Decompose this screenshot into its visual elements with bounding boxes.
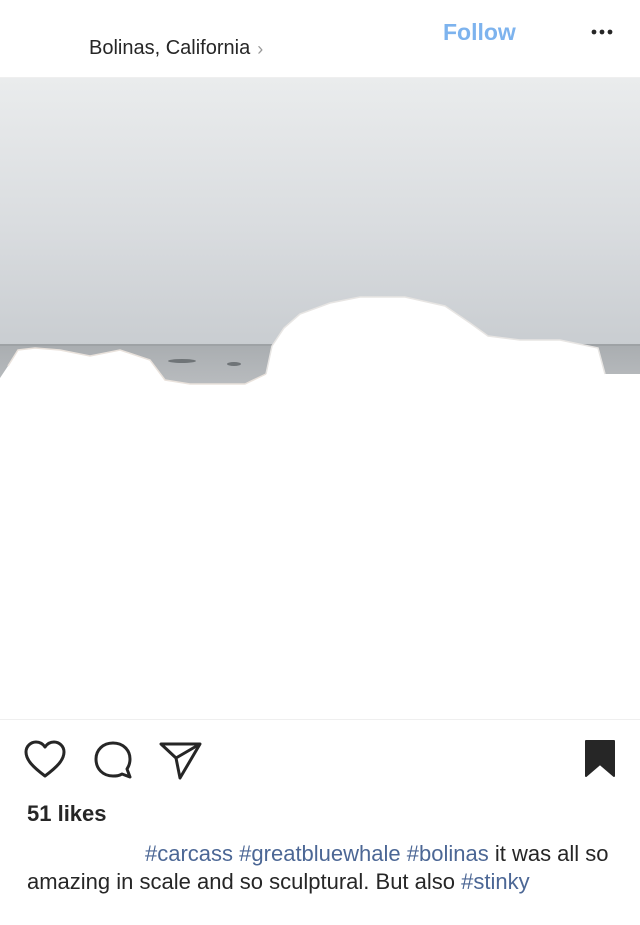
send-icon[interactable] [158,738,202,782]
hashtag-link[interactable]: #stinky [461,869,529,894]
post-header: Bolinas, California › Follow [0,0,640,76]
chevron-right-icon: › [257,38,264,59]
action-bar [0,738,640,786]
likes-count[interactable]: 51 likes [27,801,107,827]
comment-icon[interactable] [92,738,136,782]
location-link[interactable]: Bolinas, California › [89,37,263,60]
hashtag-link[interactable]: #bolinas [407,841,489,866]
post-photo[interactable] [0,77,640,720]
heart-icon[interactable] [23,738,67,782]
hashtag-link[interactable]: #greatbluewhale [239,841,400,866]
post-caption: #carcass #greatbluewhale #bolinas it was… [27,840,617,896]
follow-button[interactable]: Follow [443,19,516,46]
more-dots-icon[interactable] [588,24,618,40]
location-label: Bolinas, California [89,37,251,59]
hashtag-link[interactable]: #carcass [145,841,233,866]
bookmark-icon[interactable] [582,738,626,782]
